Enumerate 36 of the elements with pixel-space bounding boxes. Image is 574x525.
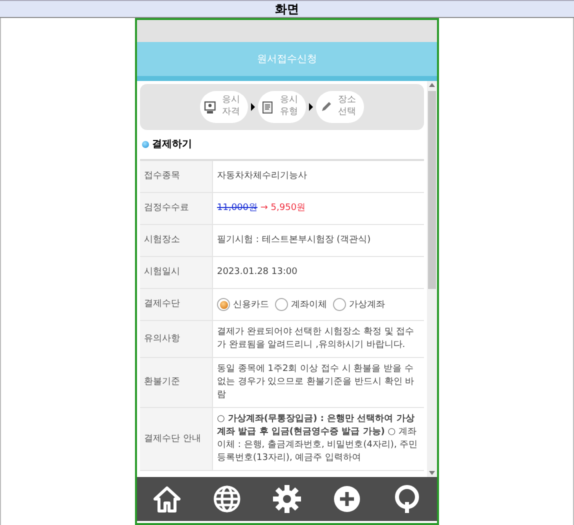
home-icon[interactable] xyxy=(152,484,182,514)
plus-circle-icon[interactable] xyxy=(332,484,362,514)
document-icon xyxy=(262,100,274,114)
table-cell: 동일 종목에 1주2회 이상 접수 시 환불을 받을 수 없는 경우가 있으므로 환불기준을 반드시 확인 바람 xyxy=(212,358,424,408)
bullet-icon xyxy=(142,140,149,148)
pencil-icon xyxy=(320,101,332,113)
globe-icon[interactable] xyxy=(212,484,242,514)
row-label: 결제수단 xyxy=(140,288,212,320)
header-title: 화면 xyxy=(275,0,299,18)
table-cell: ○ 가상계좌(무통장입금) : 은행만 선택하여 가상계좌 발급 후 입금(현금영수증 발급 가능) ○ 계좌이체 : 은행, 출금계좌번호, 비밀번호(4자리), 주민등록번호(13자리), 예금주 입력하여 xyxy=(212,408,424,471)
app-title: 원서접수신청 xyxy=(257,53,317,66)
step-pill[interactable]: 응시 자격 xyxy=(200,91,248,123)
step-pill[interactable]: 응시 유형 xyxy=(258,91,306,123)
step-pill[interactable]: 장소 선택 xyxy=(316,91,364,123)
row-label: 시험일시 xyxy=(140,256,212,288)
table-cell: 2023.01.28 13:00 xyxy=(212,256,424,288)
row-label: 유의사항 xyxy=(140,320,212,358)
row-label: 접수종목 xyxy=(140,160,212,192)
row-label: 시험장소 xyxy=(140,224,212,256)
row-label: 결제수단 안내 xyxy=(140,408,212,471)
radio-option[interactable]: 신용카드 xyxy=(217,298,269,311)
radio-option[interactable]: 가상계좌 xyxy=(333,298,385,311)
ring-icon[interactable] xyxy=(392,484,422,514)
new-price: 5,950원 xyxy=(270,202,306,213)
row-label: 검정수수료 xyxy=(140,192,212,224)
radio-option[interactable]: 계좌이체 xyxy=(275,298,327,311)
settings-icon[interactable] xyxy=(272,484,302,514)
row-label: 환불기준 xyxy=(140,358,212,408)
table-cell: 필기시험 : 테스트본부시험장 (객관식) xyxy=(212,224,424,256)
section-title: 결제하기 xyxy=(152,138,192,151)
table-cell: 자동차차체수리기능사 xyxy=(212,160,424,192)
scrollbar[interactable] xyxy=(427,81,437,477)
arrow-text: → xyxy=(260,202,268,213)
old-price: 11,000원 xyxy=(217,202,258,213)
table-cell: 결제가 완료되어야 선택한 시험장소 확정 및 접수가 완료됨을 알려드리니 ,유의하시기 바랍니다. xyxy=(212,320,424,358)
person-board-icon xyxy=(204,100,216,114)
